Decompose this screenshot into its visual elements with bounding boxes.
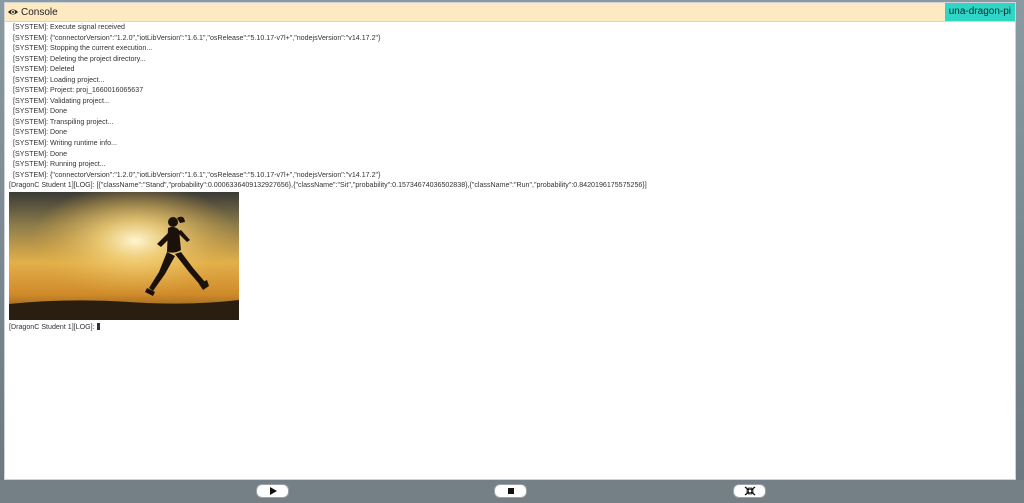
log-line: [SYSTEM]: Project: proj_1660016065637 [13, 86, 144, 95]
log-line-current: [DragonC Student 1][LOG]: [9, 322, 1009, 333]
stop-button[interactable] [494, 484, 527, 498]
device-badge[interactable]: una-dragon-pi [944, 3, 1015, 21]
log-line: [SYSTEM]: Loading project... [13, 75, 105, 84]
log-line-text: [DragonC Student 1][LOG]: [9, 322, 95, 331]
log-line: [SYSTEM]: Deleted [13, 65, 75, 74]
log-line: [SYSTEM]: Validating project... [13, 96, 110, 105]
console-header: Console una-dragon-pi [5, 3, 1015, 22]
log-line: [SYSTEM]: Execute signal received [13, 23, 125, 31]
log-output: [SYSTEM]: Execute signal received [SYSTE… [9, 22, 1009, 332]
runner-photo [9, 191, 239, 320]
text-cursor [96, 322, 100, 330]
play-icon [269, 487, 277, 495]
log-line: [SYSTEM]: Done [13, 128, 68, 137]
console-title: Console [21, 6, 58, 18]
collapse-button[interactable] [733, 484, 766, 498]
stop-icon [507, 488, 514, 494]
playback-controls [0, 484, 1024, 500]
log-line: [SYSTEM]: {"connectorVersion":"1.2.0","i… [13, 170, 381, 179]
collapse-icon [744, 486, 755, 496]
log-line: [SYSTEM]: Transpiling project... [13, 117, 114, 126]
eye-icon[interactable] [7, 7, 19, 17]
console-window: Console una-dragon-pi [SYSTEM]: Execute … [4, 2, 1016, 480]
log-line: [SYSTEM]: Done [13, 107, 68, 116]
log-line: [SYSTEM]: Running project... [13, 160, 106, 169]
play-button[interactable] [256, 484, 289, 498]
log-line: [SYSTEM]: {"connectorVersion":"1.2.0","i… [13, 33, 381, 42]
log-line: [SYSTEM]: Done [13, 149, 68, 158]
log-line: [SYSTEM]: Stopping the current execution… [13, 44, 153, 53]
log-line: [SYSTEM]: Writing runtime info... [13, 139, 117, 148]
prediction-log-line: [DragonC Student 1][LOG]: [{"className":… [9, 181, 647, 190]
log-line: [SYSTEM]: Deleting the project directory… [13, 54, 146, 63]
